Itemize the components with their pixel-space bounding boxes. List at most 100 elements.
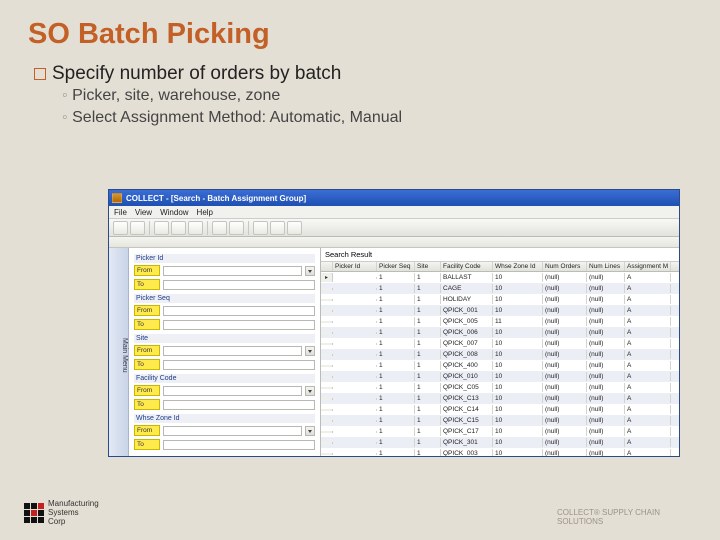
column-header[interactable]: Whse Zone Id <box>493 262 543 271</box>
results-panel: Search Result Picker IdPicker SeqSiteFac… <box>321 248 679 456</box>
cell: 1 <box>415 427 441 436</box>
filter-input[interactable] <box>163 280 315 290</box>
column-header[interactable]: Num Orders <box>543 262 587 271</box>
table-row[interactable]: 11QPICK_00710(null)(null)A <box>321 338 679 349</box>
table-row[interactable]: 11CAGE10(null)(null)A <box>321 283 679 294</box>
filter-input[interactable] <box>163 386 302 396</box>
toolbar-separator <box>207 221 208 235</box>
table-row[interactable]: 11BALLAST10(null)(null)A <box>321 272 679 283</box>
column-header[interactable]: Site <box>415 262 441 271</box>
cell: 10 <box>493 372 543 381</box>
table-row[interactable]: 11QPICK_01010(null)(null)A <box>321 371 679 382</box>
filter-input[interactable] <box>163 360 315 370</box>
filter-input[interactable] <box>163 400 315 410</box>
menu-file[interactable]: File <box>114 208 127 217</box>
cell: (null) <box>587 427 625 436</box>
cell: 10 <box>493 361 543 370</box>
toolbar-button[interactable] <box>270 221 285 235</box>
cell <box>333 453 377 455</box>
cell: QPICK_C15 <box>441 416 493 425</box>
table-row[interactable]: 11QPICK_00610(null)(null)A <box>321 327 679 338</box>
filter-label: From <box>134 425 160 436</box>
toolbar-button[interactable] <box>212 221 227 235</box>
cell: 1 <box>377 295 415 304</box>
cell: 1 <box>415 350 441 359</box>
cell: A <box>625 284 671 293</box>
cell: (null) <box>587 394 625 403</box>
cell: (null) <box>587 383 625 392</box>
cell: 1 <box>377 416 415 425</box>
cell <box>333 299 377 301</box>
column-header[interactable]: Assignment M <box>625 262 671 271</box>
column-header[interactable]: Picker Seq <box>377 262 415 271</box>
cell <box>333 277 377 279</box>
menu-view[interactable]: View <box>135 208 152 217</box>
cell: (null) <box>543 273 587 282</box>
column-header[interactable]: Num Lines <box>587 262 625 271</box>
cell: BALLAST <box>441 273 493 282</box>
cell: (null) <box>543 405 587 414</box>
cell: QPICK_008 <box>441 350 493 359</box>
table-row[interactable]: 11QPICK_00511(null)(null)A <box>321 316 679 327</box>
cell <box>333 343 377 345</box>
cell: 1 <box>415 361 441 370</box>
filter-row: To <box>134 439 315 450</box>
filter-input[interactable] <box>163 346 302 356</box>
menu-help[interactable]: Help <box>197 208 213 217</box>
menu-bar: File View Window Help <box>109 206 679 219</box>
filter-panel: Picker IdFromToPicker SeqFromToSiteFromT… <box>129 248 321 456</box>
table-row[interactable]: 11QPICK_C1310(null)(null)A <box>321 393 679 404</box>
cell: 1 <box>415 449 441 456</box>
dropdown-icon[interactable] <box>305 346 315 356</box>
app-icon <box>112 193 122 203</box>
filter-input[interactable] <box>163 266 302 276</box>
toolbar-button[interactable] <box>253 221 268 235</box>
dropdown-icon[interactable] <box>305 386 315 396</box>
filter-row: To <box>134 319 315 330</box>
table-row[interactable]: 11HOLIDAY10(null)(null)A <box>321 294 679 305</box>
toolbar-button[interactable] <box>113 221 128 235</box>
toolbar-button[interactable] <box>229 221 244 235</box>
toolbar-button[interactable] <box>188 221 203 235</box>
table-row[interactable]: 11QPICK_C1710(null)(null)A <box>321 426 679 437</box>
cell <box>333 310 377 312</box>
table-row[interactable]: 11QPICK_C1410(null)(null)A <box>321 404 679 415</box>
cell: 10 <box>493 416 543 425</box>
toolbar-button[interactable] <box>171 221 186 235</box>
filter-row: To <box>134 399 315 410</box>
cell: 1 <box>377 350 415 359</box>
cell: QPICK_005 <box>441 317 493 326</box>
column-header[interactable]: Facility Code <box>441 262 493 271</box>
menu-window[interactable]: Window <box>160 208 188 217</box>
brand-blocks-icon <box>24 503 44 523</box>
table-row[interactable]: 11QPICK_C1510(null)(null)A <box>321 415 679 426</box>
column-header[interactable]: Picker Id <box>333 262 377 271</box>
table-row[interactable]: 11QPICK_00310(null)(null)A <box>321 448 679 456</box>
filter-input[interactable] <box>163 426 302 436</box>
table-row[interactable]: 11QPICK_30110(null)(null)A <box>321 437 679 448</box>
toolbar <box>109 219 679 237</box>
cell: (null) <box>543 449 587 456</box>
brand-line: Manufacturing <box>48 499 99 508</box>
dropdown-icon[interactable] <box>305 426 315 436</box>
toolbar-button[interactable] <box>130 221 145 235</box>
cell: 10 <box>493 273 543 282</box>
table-row[interactable]: 11QPICK_00810(null)(null)A <box>321 349 679 360</box>
row-header <box>321 420 333 422</box>
filter-row: From <box>134 305 315 316</box>
filter-input[interactable] <box>163 440 315 450</box>
sidebar-tab-main-menu[interactable]: Main Menu <box>109 248 129 456</box>
toolbar-button[interactable] <box>154 221 169 235</box>
toolbar-button[interactable] <box>287 221 302 235</box>
filter-input[interactable] <box>163 320 315 330</box>
table-row[interactable]: 11QPICK_00110(null)(null)A <box>321 305 679 316</box>
filter-group-header: Site <box>134 334 315 343</box>
dropdown-icon[interactable] <box>305 266 315 276</box>
table-row[interactable]: 11QPICK_40010(null)(null)A <box>321 360 679 371</box>
filter-label: From <box>134 265 160 276</box>
cell: 1 <box>415 273 441 282</box>
filter-input[interactable] <box>163 306 315 316</box>
table-row[interactable]: 11QPICK_C0510(null)(null)A <box>321 382 679 393</box>
bullet-main: Specify number of orders by batch <box>34 63 692 85</box>
cell: A <box>625 328 671 337</box>
